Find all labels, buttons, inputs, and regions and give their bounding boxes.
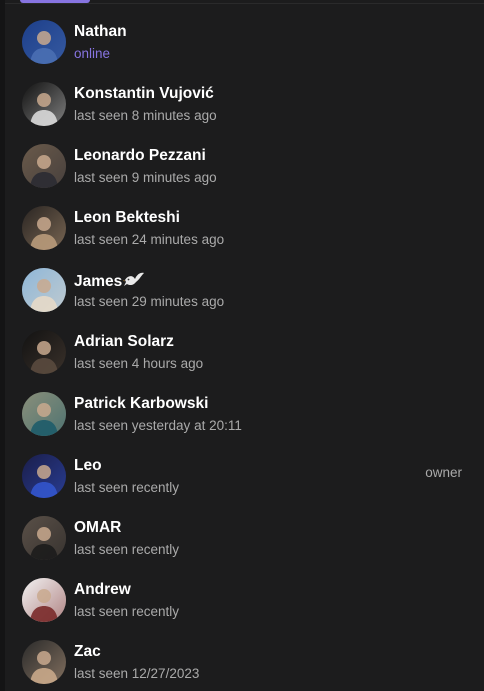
member-name: OMAR [74, 519, 122, 536]
avatar [22, 392, 66, 436]
member-status: last seen 12/27/2023 [74, 666, 200, 681]
member-row[interactable]: OMAR last seen recently [5, 504, 484, 566]
divider [5, 3, 484, 4]
member-status: last seen recently [74, 480, 180, 495]
member-row[interactable]: Leonardo Pezzani last seen 9 minutes ago [5, 132, 484, 194]
member-row[interactable]: Leo last seen recently owner [5, 442, 484, 504]
member-status: last seen 29 minutes ago [74, 294, 225, 309]
dove-icon [123, 271, 145, 293]
member-status: last seen 24 minutes ago [74, 232, 225, 247]
member-name: Leon Bekteshi [74, 209, 180, 226]
member-status: last seen 8 minutes ago [74, 108, 217, 123]
avatar [22, 454, 66, 498]
member-name: Leo [74, 457, 102, 474]
member-name: James [74, 271, 145, 293]
member-row[interactable]: Leon Bekteshi last seen 24 minutes ago [5, 194, 484, 256]
member-status: last seen recently [74, 542, 180, 557]
member-row[interactable]: Adrian Solarz last seen 4 hours ago [5, 318, 484, 380]
member-list: Nathan online Konstantin Vujović last se… [5, 8, 484, 690]
member-name: Zac [74, 643, 101, 660]
avatar [22, 206, 66, 250]
members-panel: Nathan online Konstantin Vujović last se… [0, 0, 484, 691]
member-status: online [74, 46, 111, 61]
avatar [22, 268, 66, 312]
member-row[interactable]: Konstantin Vujović last seen 8 minutes a… [5, 70, 484, 132]
member-name: Konstantin Vujović [74, 85, 214, 102]
member-row[interactable]: Zac last seen 12/27/2023 [5, 628, 484, 690]
avatar [22, 20, 66, 64]
member-status: last seen 9 minutes ago [74, 170, 217, 185]
member-row[interactable]: Andrew last seen recently [5, 566, 484, 628]
member-row[interactable]: Patrick Karbowski last seen yesterday at… [5, 380, 484, 442]
member-status: last seen recently [74, 604, 180, 619]
member-row[interactable]: James last seen 29 minutes ago [5, 256, 484, 318]
member-row[interactable]: Nathan online [5, 8, 484, 70]
member-role-badge: owner [425, 465, 462, 480]
member-name: Patrick Karbowski [74, 395, 209, 412]
member-status: last seen 4 hours ago [74, 356, 204, 371]
avatar [22, 578, 66, 622]
avatar [22, 330, 66, 374]
member-name: Adrian Solarz [74, 333, 174, 350]
member-name: Andrew [74, 581, 131, 598]
member-status: last seen yesterday at 20:11 [74, 418, 242, 433]
avatar [22, 144, 66, 188]
avatar [22, 516, 66, 560]
avatar [22, 82, 66, 126]
member-name-text: James [74, 273, 123, 290]
avatar [22, 640, 66, 684]
member-name: Nathan [74, 23, 127, 40]
member-name: Leonardo Pezzani [74, 147, 206, 164]
